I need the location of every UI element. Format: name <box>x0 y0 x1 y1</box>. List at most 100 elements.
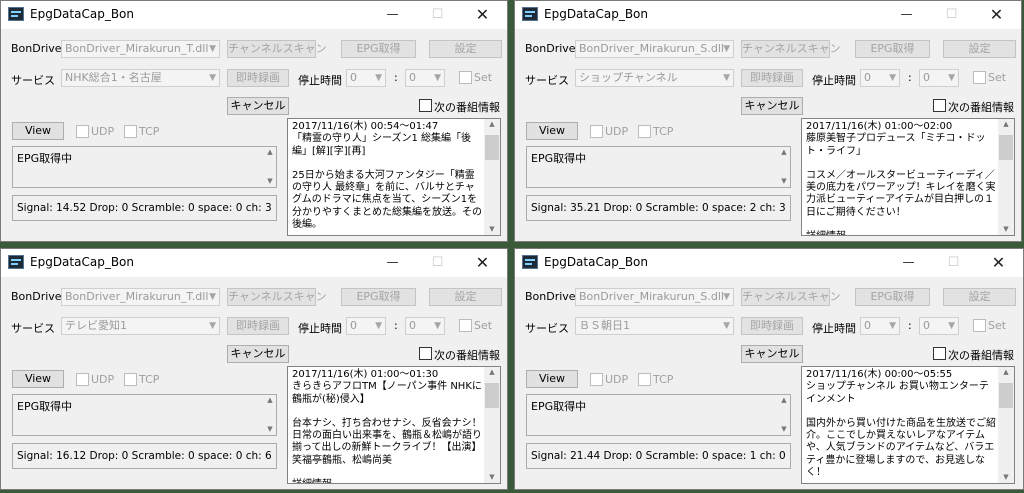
title-bar[interactable]: EpgDataCap_Bon — ☐ ✕ <box>1 249 507 277</box>
stop-minute-select[interactable]: 0 ▼ <box>919 317 959 335</box>
scroll-down-icon[interactable]: ▼ <box>484 472 500 483</box>
channel-scan-button[interactable]: チャンネルスキャン <box>741 40 841 58</box>
channel-scan-button[interactable]: チャンネルスキャン <box>227 40 327 58</box>
settings-button[interactable]: 設定 <box>429 40 502 58</box>
cancel-button[interactable]: キャンセル <box>227 97 289 115</box>
view-button[interactable]: View <box>526 370 578 388</box>
scroll-thumb[interactable] <box>485 135 499 160</box>
minimize-icon[interactable]: — <box>370 249 415 277</box>
info-scrollbar[interactable]: ▲ ▼ <box>484 367 500 483</box>
next-program-checkbox[interactable] <box>419 347 432 360</box>
view-button[interactable]: View <box>12 122 64 140</box>
info-scrollbar[interactable]: ▲ ▼ <box>484 119 500 235</box>
status-scrollbar[interactable]: ▲ ▼ <box>778 395 790 435</box>
status-scrollbar[interactable]: ▲ ▼ <box>264 147 276 187</box>
cancel-button[interactable]: キャンセル <box>227 345 289 363</box>
scroll-up-icon[interactable]: ▲ <box>998 367 1014 378</box>
next-program-checkbox[interactable] <box>933 99 946 112</box>
minimize-icon[interactable]: — <box>886 249 931 277</box>
status-scrollbar[interactable]: ▲ ▼ <box>778 147 790 187</box>
scroll-up-icon[interactable]: ▲ <box>264 395 276 406</box>
settings-button[interactable]: 設定 <box>943 40 1016 58</box>
set-checkbox[interactable] <box>459 71 472 84</box>
stop-minute-select[interactable]: 0 ▼ <box>919 69 959 87</box>
scroll-up-icon[interactable]: ▲ <box>484 367 500 378</box>
tcp-checkbox[interactable] <box>638 125 651 138</box>
stop-hour-select[interactable]: 0 ▼ <box>860 69 900 87</box>
tcp-checkbox[interactable] <box>124 125 137 138</box>
epg-get-button[interactable]: EPG取得 <box>341 288 416 306</box>
maximize-icon[interactable]: ☐ <box>415 249 460 277</box>
status-box[interactable]: EPG取得中 ▲ ▼ <box>526 394 791 436</box>
stop-minute-select[interactable]: 0 ▼ <box>405 69 445 87</box>
program-info-box[interactable]: 2017/11/16(木) 01:00～02:00 藤原美智子プロデュース「ミチ… <box>801 118 1015 236</box>
epg-get-button[interactable]: EPG取得 <box>341 40 416 58</box>
scroll-down-icon[interactable]: ▼ <box>264 176 276 187</box>
udp-checkbox[interactable] <box>76 125 89 138</box>
bondriver-select[interactable]: BonDriver_Mirakurun_T.dll ▼ <box>61 288 220 306</box>
close-icon[interactable]: ✕ <box>460 1 505 29</box>
title-bar[interactable]: EpgDataCap_Bon — ☐ ✕ <box>515 1 1021 29</box>
next-program-checkbox[interactable] <box>419 99 432 112</box>
scroll-down-icon[interactable]: ▼ <box>264 424 276 435</box>
stop-hour-select[interactable]: 0 ▼ <box>346 69 386 87</box>
cancel-button[interactable]: キャンセル <box>741 345 803 363</box>
scroll-down-icon[interactable]: ▼ <box>998 224 1014 235</box>
service-select[interactable]: ＢＳ朝日1 ▼ <box>575 317 734 335</box>
cancel-button[interactable]: キャンセル <box>741 97 803 115</box>
status-box[interactable]: EPG取得中 ▲ ▼ <box>526 146 791 188</box>
udp-checkbox[interactable] <box>590 373 603 386</box>
program-info-box[interactable]: 2017/11/16(木) 01:00～01:30 きらきらアフロTM【ノーパン… <box>287 366 501 484</box>
scroll-down-icon[interactable]: ▼ <box>998 472 1014 483</box>
record-now-button[interactable]: 即時録画 <box>227 69 289 87</box>
bondriver-select[interactable]: BonDriver_Mirakurun_S.dll ▼ <box>575 40 734 58</box>
bondriver-select[interactable]: BonDriver_Mirakurun_S.dll ▼ <box>575 288 734 306</box>
service-select[interactable]: テレビ愛知1 ▼ <box>61 317 220 335</box>
tcp-checkbox[interactable] <box>124 373 137 386</box>
set-checkbox[interactable] <box>459 319 472 332</box>
settings-button[interactable]: 設定 <box>429 288 502 306</box>
tcp-checkbox[interactable] <box>638 373 651 386</box>
scroll-up-icon[interactable]: ▲ <box>264 147 276 158</box>
maximize-icon[interactable]: ☐ <box>415 1 460 29</box>
close-icon[interactable]: ✕ <box>974 1 1019 29</box>
udp-checkbox[interactable] <box>590 125 603 138</box>
status-box[interactable]: EPG取得中 ▲ ▼ <box>12 394 277 436</box>
close-icon[interactable]: ✕ <box>460 249 505 277</box>
settings-button[interactable]: 設定 <box>943 288 1016 306</box>
record-now-button[interactable]: 即時録画 <box>741 317 803 335</box>
scroll-down-icon[interactable]: ▼ <box>778 176 790 187</box>
channel-scan-button[interactable]: チャンネルスキャン <box>741 288 841 306</box>
channel-scan-button[interactable]: チャンネルスキャン <box>227 288 327 306</box>
scroll-up-icon[interactable]: ▲ <box>778 147 790 158</box>
stop-minute-select[interactable]: 0 ▼ <box>405 317 445 335</box>
title-bar[interactable]: EpgDataCap_Bon — ☐ ✕ <box>515 249 1023 277</box>
info-scrollbar[interactable]: ▲ ▼ <box>998 367 1014 483</box>
scroll-thumb[interactable] <box>999 383 1013 408</box>
program-info-box[interactable]: 2017/11/16(木) 00:54～01:47 「精霊の守り人」シーズン1 … <box>287 118 501 236</box>
view-button[interactable]: View <box>526 122 578 140</box>
title-bar[interactable]: EpgDataCap_Bon — ☐ ✕ <box>1 1 507 29</box>
set-checkbox[interactable] <box>973 319 986 332</box>
scroll-up-icon[interactable]: ▲ <box>484 119 500 130</box>
scroll-up-icon[interactable]: ▲ <box>998 119 1014 130</box>
view-button[interactable]: View <box>12 370 64 388</box>
epg-get-button[interactable]: EPG取得 <box>855 288 930 306</box>
service-select[interactable]: ショップチャンネル ▼ <box>575 69 734 87</box>
service-select[interactable]: NHK総合1・名古屋 ▼ <box>61 69 220 87</box>
stop-hour-select[interactable]: 0 ▼ <box>860 317 900 335</box>
status-box[interactable]: EPG取得中 ▲ ▼ <box>12 146 277 188</box>
stop-hour-select[interactable]: 0 ▼ <box>346 317 386 335</box>
set-checkbox[interactable] <box>973 71 986 84</box>
scroll-down-icon[interactable]: ▼ <box>778 424 790 435</box>
status-scrollbar[interactable]: ▲ ▼ <box>264 395 276 435</box>
scroll-down-icon[interactable]: ▼ <box>484 224 500 235</box>
record-now-button[interactable]: 即時録画 <box>741 69 803 87</box>
close-icon[interactable]: ✕ <box>976 249 1021 277</box>
epg-get-button[interactable]: EPG取得 <box>855 40 930 58</box>
program-info-box[interactable]: 2017/11/16(木) 00:00～05:55 ショップチャンネル お買い物… <box>801 366 1015 484</box>
bondriver-select[interactable]: BonDriver_Mirakurun_T.dll ▼ <box>61 40 220 58</box>
scroll-thumb[interactable] <box>485 383 499 408</box>
scroll-up-icon[interactable]: ▲ <box>778 395 790 406</box>
record-now-button[interactable]: 即時録画 <box>227 317 289 335</box>
